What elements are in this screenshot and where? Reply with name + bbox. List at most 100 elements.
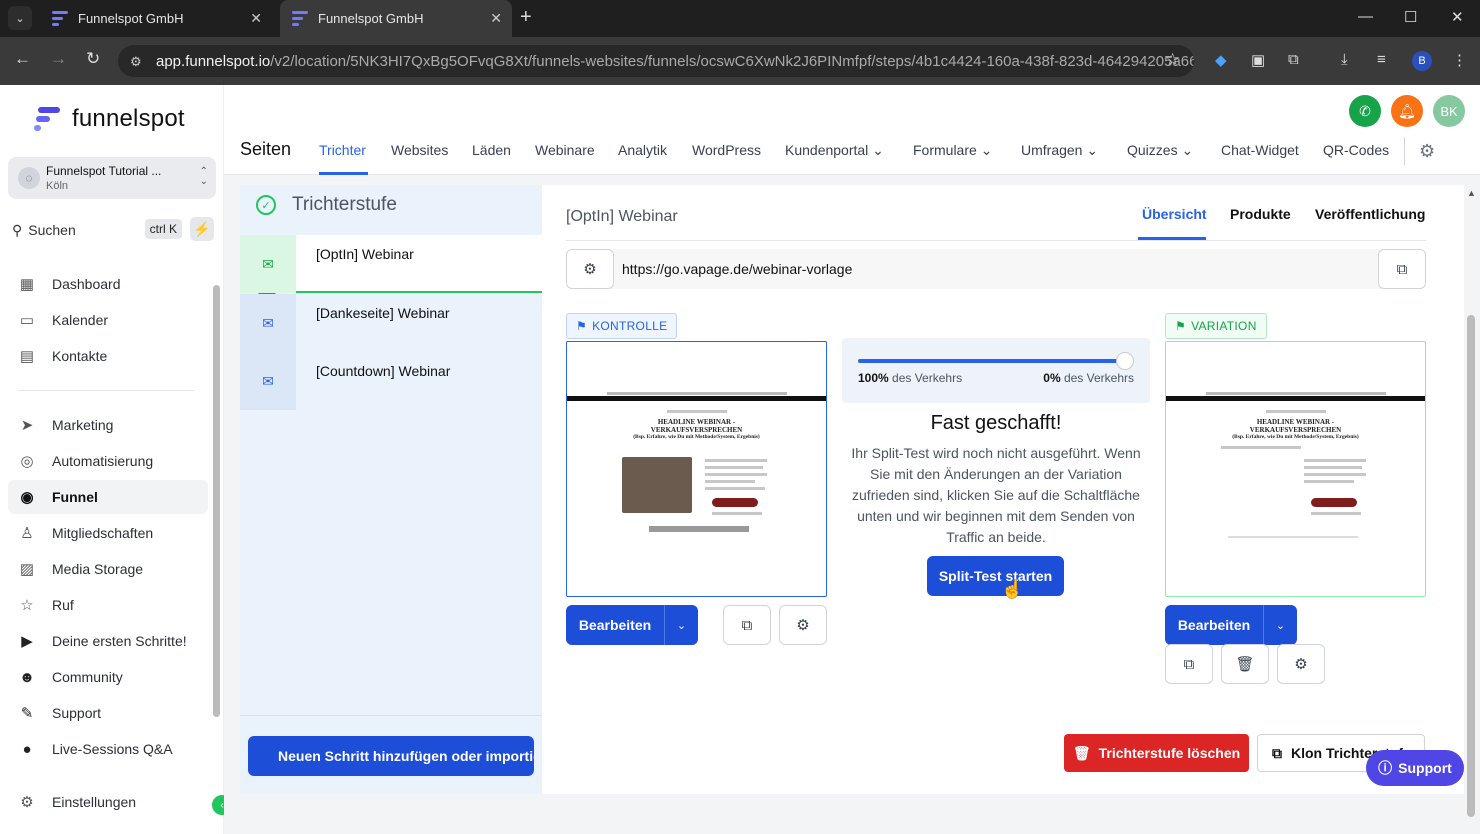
sidebar-item-mitgliedschaften[interactable]: ♙ Mitgliedschaften [8,516,208,550]
control-settings-button[interactable]: ⚙ [779,605,827,645]
sidebar-item-live-sessions[interactable]: ● Live-Sessions Q&A [8,732,208,766]
steps-heading: Trichterstufe [292,194,397,215]
control-badge: ⚑ KONTROLLE [566,313,678,339]
logo[interactable]: funnelspot [34,105,185,133]
tab-laeden[interactable]: Läden [472,142,511,158]
sidebar-scrollbar[interactable] [213,285,220,717]
close-window-icon[interactable]: ✕ [1451,8,1464,26]
start-split-test-button[interactable]: Split-Test starten [927,556,1064,596]
tab-uebersicht[interactable]: Übersicht [1142,206,1207,222]
back-icon[interactable]: ← [14,49,31,69]
grid-icon: ▦ [19,276,35,293]
user-avatar[interactable]: BK [1433,95,1465,127]
flag-icon: ⚑ [1175,319,1187,333]
traffic-slider-track [858,359,1126,363]
control-preview[interactable]: HEADLINE WEBINAR - VERKAUFSVERSPRECHEN (… [566,341,827,597]
tab-trichter[interactable]: Trichter [319,142,366,158]
open-variation-button[interactable]: ⧉ [1165,644,1213,684]
main-scrollbar[interactable] [1467,315,1475,817]
sidebar-divider [18,390,194,391]
sidebar-item-einstellungen[interactable]: ⚙ Einstellungen [8,785,208,819]
step-url[interactable]: https://go.vapage.de/webinar-vorlage [622,261,852,277]
url-settings-button[interactable]: ⚙ [566,249,614,289]
tab-veroeffentlichung[interactable]: Veröffentlichung [1315,206,1425,222]
code-extension-icon[interactable]: ▣ [1251,51,1265,69]
settings-gear-icon[interactable]: ⚙ [1419,141,1435,162]
reload-icon[interactable]: ↻ [86,49,100,69]
sidebar-item-community[interactable]: ☻ Community [8,660,208,694]
location-switcher[interactable]: ◌ Funnelspot Tutorial ... Köln ⌃ ⌄ [8,157,216,199]
browser-menu-icon[interactable]: ⋮ [1452,51,1467,69]
sidebar-search[interactable]: ⚲ Suchen ctrl K [12,219,182,241]
tab-produkte[interactable]: Produkte [1230,206,1291,222]
open-control-button[interactable]: ⧉ [723,605,771,645]
tab-kundenportal[interactable]: Kundenportal ⌄ [785,142,884,159]
notification-bell-icon[interactable]: 🔔︎ [1391,95,1423,127]
tab-search-button[interactable]: ⌄ [8,6,32,30]
forward-icon[interactable]: → [50,49,67,69]
sidebar-item-kalender[interactable]: ▭ Kalender [8,303,208,337]
people-icon: ☻ [19,668,35,686]
open-url-button[interactable]: ⧉ [1378,249,1426,289]
sidebar-item-marketing[interactable]: ➤ Marketing [8,408,208,442]
search-shortcut: ctrl K [144,219,182,239]
tab-analytik[interactable]: Analytik [618,142,667,158]
media-control-icon[interactable]: ≡ [1377,51,1386,68]
chat-icon: ● [22,740,32,758]
sidebar-item-media-storage[interactable]: ▨ Media Storage [8,552,208,586]
profile-avatar[interactable]: B [1412,51,1432,71]
mail-icon: ✉ [240,294,296,352]
puzzle-icon[interactable]: ⧉ [1288,51,1299,68]
edit-variation-dropdown[interactable]: ⌄ [1263,605,1297,645]
variation-badge: ⚑ VARIATION [1165,313,1267,339]
download-icon[interactable]: ⤓ [1341,51,1348,68]
edit-control-dropdown[interactable]: ⌄ [664,605,698,645]
minimize-icon[interactable]: — [1358,8,1373,25]
sidebar-item-ruf[interactable]: ☆ Ruf [8,588,208,622]
tab-umfragen[interactable]: Umfragen ⌄ [1021,142,1098,159]
traffic-slider-handle[interactable] [1116,352,1134,370]
logo-text: funnelspot [72,105,185,132]
phone-icon[interactable]: ✆ [1349,95,1381,127]
sidebar-item-support[interactable]: ✎ Support [8,696,208,730]
tab-webinare[interactable]: Webinare [535,142,595,158]
sidebar-item-dashboard[interactable]: ▦ Dashboard [8,267,208,301]
sidebar-item-funnel[interactable]: ◉ Funnel [8,480,208,514]
funnel-steps-panel: ✓ Trichterstufe ✉ [OptIn] Webinar ✉ [Dan… [240,185,542,794]
extension-icon[interactable]: ◆ [1215,51,1227,69]
sidebar-item-kontakte[interactable]: ▤ Kontakte [8,339,208,373]
add-step-button[interactable]: Neuen Schritt hinzufügen oder importiere… [248,736,534,776]
address-bar[interactable]: app.funnelspot.io/v2/location/5NK3HI7QxB… [118,45,1194,77]
gear-icon: ⚙ [1294,656,1308,673]
close-tab-icon[interactable]: ✕ [250,10,262,27]
edit-variation-button[interactable]: Bearbeiten [1165,605,1263,645]
new-tab-icon[interactable]: + [520,6,532,28]
chevron-down-icon: ⌄ [676,619,687,632]
variation-preview[interactable]: HEADLINE WEBINAR - VERKAUFSVERSPRECHEN (… [1165,341,1426,597]
delete-variation-button[interactable]: 🗑︎ [1221,644,1269,684]
browser-tab-1[interactable]: Funnelspot GmbH ✕ [40,0,272,37]
tab-websites[interactable]: Websites [391,142,448,158]
maximize-icon[interactable]: ☐ [1404,8,1417,26]
delete-step-button[interactable]: 🗑︎ Trichterstufe löschen [1064,734,1249,772]
step-item-optin[interactable]: ✉ [OptIn] Webinar [240,235,542,293]
support-button[interactable]: ⓘ Support [1366,750,1464,786]
step-item-countdown[interactable]: ✉ [Countdown] Webinar [240,352,542,410]
tab-chat-widget[interactable]: Chat-Widget [1221,142,1299,158]
sidebar-item-erste-schritte[interactable]: ▶ Deine ersten Schritte! [8,624,208,658]
browser-tab-2[interactable]: Funnelspot GmbH ✕ [280,0,512,37]
tab-formulare[interactable]: Formulare ⌄ [913,142,992,159]
tab-wordpress[interactable]: WordPress [692,142,761,158]
close-tab-icon[interactable]: ✕ [490,10,502,27]
tab-quizzes[interactable]: Quizzes ⌄ [1127,142,1193,159]
bookmark-star-icon[interactable]: ☆ [1165,50,1180,70]
quick-actions-bolt-icon[interactable]: ⚡ [190,217,214,241]
step-item-dankeseite[interactable]: ✉ [Dankeseite] Webinar [240,294,542,352]
edit-control-button[interactable]: Bearbeiten [566,605,664,645]
tab-qr-codes[interactable]: QR-Codes [1323,142,1389,158]
site-info-icon[interactable]: ⚙ [130,54,142,70]
sidebar-item-automatisierung[interactable]: ◎ Automatisierung [8,444,208,478]
variation-settings-button[interactable]: ⚙ [1277,644,1325,684]
wrench-icon: ✎ [20,705,34,722]
scroll-up-icon[interactable]: ▲ [1467,188,1476,198]
